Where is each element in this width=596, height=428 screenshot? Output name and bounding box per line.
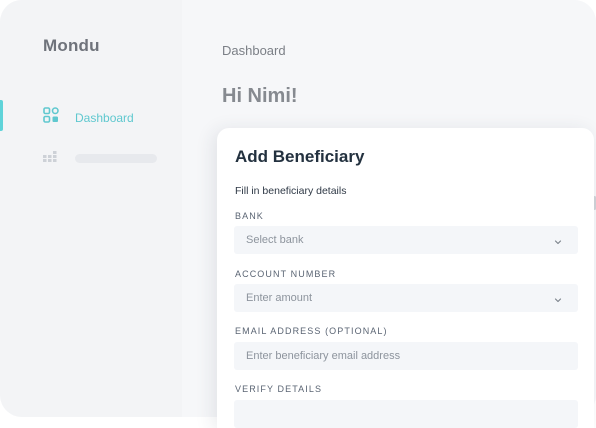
bank-select-value: Select bank <box>246 234 304 246</box>
brand-logo: Mondu <box>43 36 100 55</box>
sidebar-item-label: Dashboard <box>75 110 134 125</box>
active-nav-indicator <box>0 100 3 131</box>
bank-select[interactable]: Select bank <box>234 226 578 254</box>
account-number-label: ACCOUNT NUMBER <box>235 269 337 279</box>
verify-details-label: VERIFY DETAILS <box>235 384 323 394</box>
email-field[interactable]: Enter beneficiary email address <box>234 342 578 370</box>
bank-label: BANK <box>235 211 264 221</box>
chevron-down-icon <box>553 292 563 303</box>
email-label: EMAIL ADDRESS (OPTIONAL) <box>235 326 388 336</box>
bar-chart-icon <box>43 149 59 168</box>
sidebar-item-dashboard[interactable]: Dashboard <box>43 107 134 128</box>
email-placeholder: Enter beneficiary email address <box>246 350 401 362</box>
breadcrumb: Dashboard <box>222 43 286 58</box>
modal-subtitle: Fill in beneficiary details <box>235 185 347 197</box>
sidebar: Mondu Dashboard <box>0 0 182 417</box>
page-title: Hi Nimi! <box>222 85 298 107</box>
grid-icon <box>43 107 59 128</box>
verify-details-field[interactable] <box>234 400 578 428</box>
chevron-down-icon <box>553 234 563 245</box>
sidebar-item-label-placeholder <box>75 154 157 163</box>
account-number-value: Enter amount <box>246 292 313 304</box>
sidebar-item-placeholder[interactable] <box>43 149 157 168</box>
modal-title: Add Beneficiary <box>235 147 365 166</box>
account-number-select[interactable]: Enter amount <box>234 284 578 312</box>
add-beneficiary-modal: Add Beneficiary Fill in beneficiary deta… <box>217 128 594 428</box>
